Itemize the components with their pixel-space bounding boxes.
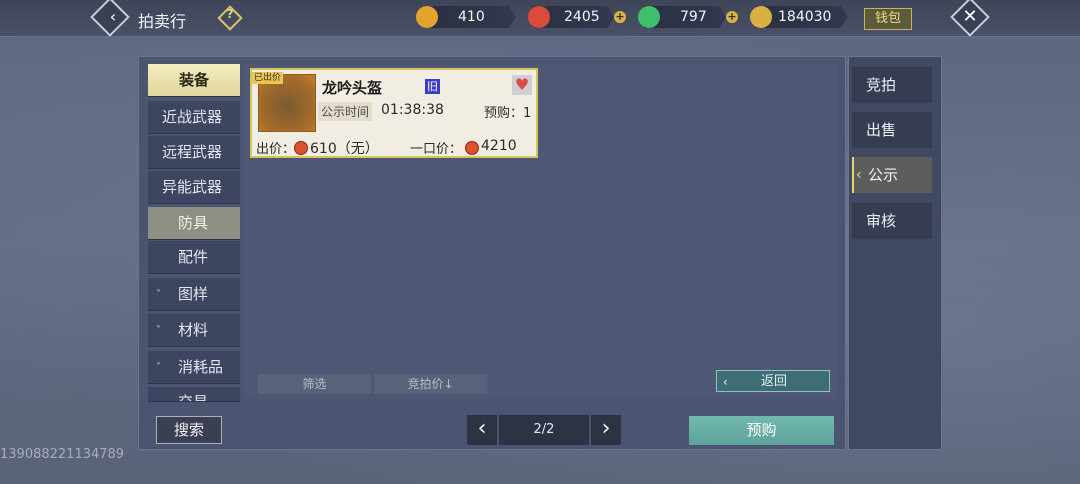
category-patterns[interactable]: ˅ 图样	[148, 278, 240, 311]
category-label: 交易	[178, 393, 209, 402]
next-page-button[interactable]: ›	[591, 415, 621, 445]
tab-sell[interactable]: 出售	[852, 112, 932, 148]
currency-value: 797	[680, 9, 707, 25]
return-label: 返回	[761, 374, 788, 389]
category-label: 材料	[178, 321, 209, 339]
chevron-down-icon: ˅	[156, 362, 161, 373]
tab-auction[interactable]: 竞拍	[852, 67, 932, 103]
search-button[interactable]: 搜索	[156, 416, 222, 444]
item-tag: 旧	[425, 79, 440, 94]
gold-leaf-icon	[750, 6, 772, 28]
category-trade[interactable]: 交易	[148, 387, 240, 402]
category-accessories[interactable]: 配件	[148, 241, 240, 274]
player-uid: 13908822113478​9	[0, 447, 125, 462]
buyout-value: 4210	[481, 138, 517, 154]
page-title: 拍卖行	[138, 12, 187, 31]
preorder-count: 预购：1	[484, 106, 532, 121]
category-label: 消耗品	[178, 358, 224, 376]
close-icon: ✕	[962, 6, 978, 27]
time-value: 01:38:38	[381, 102, 444, 118]
category-melee-weapons[interactable]: 近战武器	[148, 101, 240, 134]
add-jade-button[interactable]: +	[726, 11, 738, 23]
favorite-heart-icon[interactable]: ♥	[512, 75, 532, 95]
red-gem-icon	[294, 141, 308, 155]
return-button[interactable]: ‹ 返回	[716, 370, 830, 392]
currency-value: 184030	[778, 9, 832, 25]
item-name: 龙吟头盔	[322, 79, 383, 97]
red-gem-icon	[528, 6, 550, 28]
category-ranged-weapons[interactable]: 远程武器	[148, 136, 240, 169]
gold-ingot-icon	[416, 6, 438, 28]
chevron-down-icon: ˅	[156, 325, 161, 336]
sort-bid-price-button[interactable]: 竞拍价↓	[374, 374, 487, 394]
time-label: 公示时间	[318, 102, 373, 121]
currency-value: 2405	[564, 9, 600, 25]
add-red-gem-button[interactable]: +	[614, 11, 626, 23]
red-gem-icon	[465, 141, 479, 155]
back-icon: ‹	[109, 7, 117, 26]
prev-page-button[interactable]: ‹	[467, 415, 497, 445]
help-icon: ?	[226, 7, 234, 21]
bid-label: 出价：	[256, 142, 296, 157]
wallet-button[interactable]: 钱包	[864, 8, 912, 30]
category-equipment[interactable]: 装备	[148, 64, 240, 97]
bid-value: 610（无）	[310, 141, 379, 157]
jade-icon	[638, 6, 660, 28]
chevron-down-icon: ˅	[156, 289, 161, 300]
tab-public[interactable]: 公示	[852, 157, 932, 193]
filter-button[interactable]: 筛选	[258, 374, 371, 394]
page-indicator: 2/2	[499, 415, 589, 445]
tab-review[interactable]: 审核	[852, 203, 932, 239]
chevron-left-icon: ‹	[723, 375, 728, 389]
buyout-label: 一口价：	[410, 142, 463, 157]
preorder-button[interactable]: 预购	[689, 416, 834, 445]
currency-value: 410	[458, 9, 485, 25]
bid-placed-badge: 已出价	[252, 72, 284, 84]
category-consumables[interactable]: ˅ 消耗品	[148, 351, 240, 384]
category-label: 图样	[178, 285, 209, 303]
category-materials[interactable]: ˅ 材料	[148, 314, 240, 347]
category-psionic-weapons[interactable]: 异能武器	[148, 171, 240, 204]
category-armor[interactable]: 防具	[148, 207, 240, 240]
